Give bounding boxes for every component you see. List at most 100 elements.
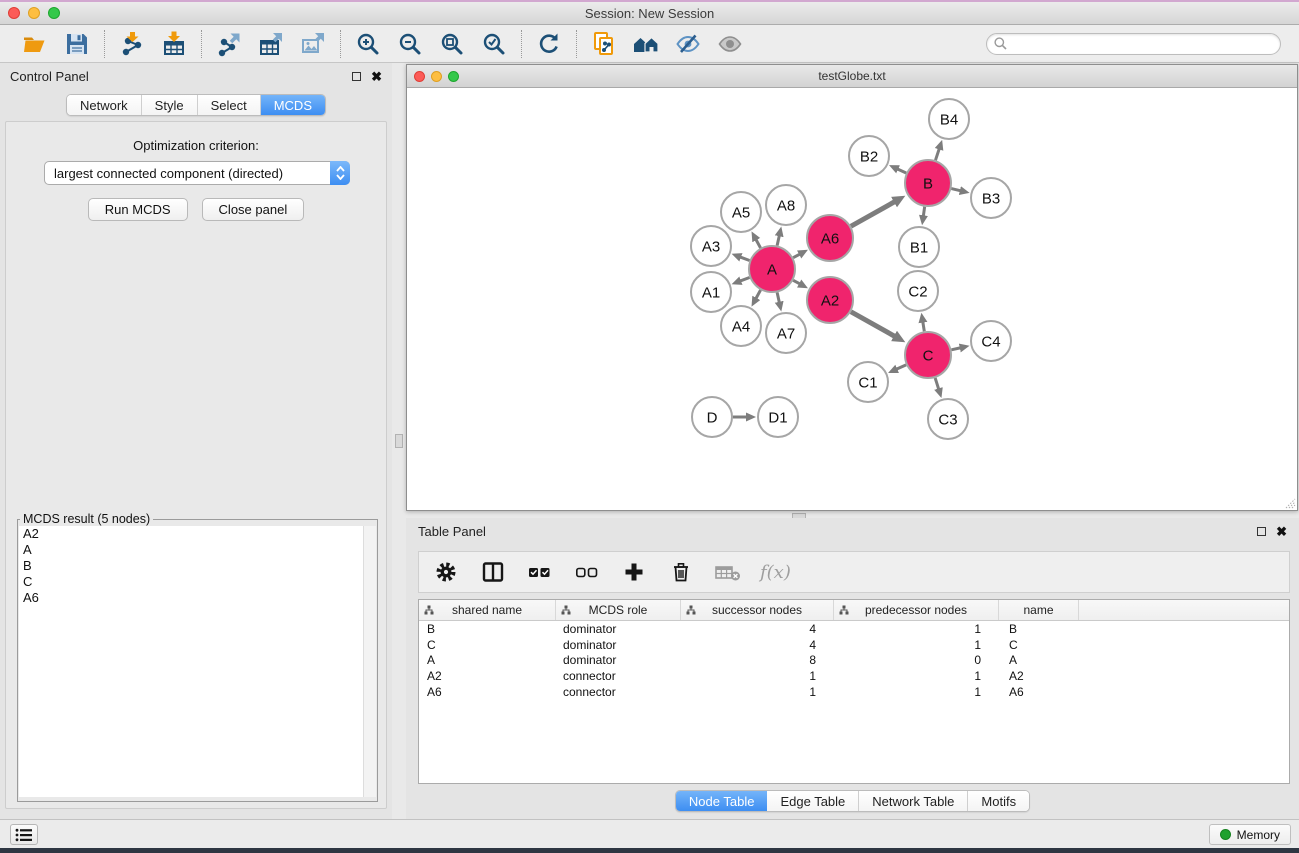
tab-network[interactable]: Network [67,95,142,115]
close-panel-icon[interactable]: ✖ [371,70,382,83]
graph-edge-C-C2[interactable] [923,322,925,332]
function-builder-icon[interactable]: f(x) [760,562,791,583]
table-row[interactable]: Cdominator 41 C [419,637,1289,653]
export-table-icon[interactable] [256,29,286,59]
graph-edge-B-B1[interactable] [923,207,924,217]
column-header-predecessor-nodes[interactable]: predecessor nodes [834,600,999,620]
tab-network-table[interactable]: Network Table [859,791,968,811]
graph-edge-A-A3[interactable] [740,257,750,261]
export-network-icon[interactable] [214,29,244,59]
table-row[interactable]: A6connector 11 A6 [419,684,1289,700]
graph-edge-C-C3[interactable] [935,378,939,390]
graph-node-B4[interactable]: B4 [929,99,969,139]
open-file-icon[interactable] [20,29,50,59]
graph-node-A8[interactable]: A8 [766,185,806,225]
graph-edge-A6-B[interactable] [851,202,895,227]
network-canvas[interactable]: B4 B2 B B3 A5A8A6 B1 A3 A C2 A1 A2 A4A7 C4 C C1 C3 D D1 [407,88,1297,510]
gear-icon[interactable] [431,557,461,587]
graph-node-C3[interactable]: C3 [928,399,968,439]
graph-edge-B-B4[interactable] [935,148,939,160]
result-item[interactable]: A2 [19,526,376,542]
result-item[interactable]: A [19,542,376,558]
refresh-layout-icon[interactable] [534,29,564,59]
graph-node-A6[interactable]: A6 [807,215,853,261]
show-panel-icon[interactable] [715,29,745,59]
optimization-criterion-select[interactable]: largest connected component (directed) [44,161,350,185]
add-column-icon[interactable] [619,557,649,587]
column-header-shared-name[interactable]: shared name [419,600,556,620]
search-field[interactable] [986,33,1281,55]
graph-edge-B-B2[interactable] [897,169,906,173]
graph-node-A[interactable]: A [749,246,795,292]
graph-node-B2[interactable]: B2 [849,136,889,176]
home-icon[interactable] [631,29,661,59]
zoom-in-icon[interactable] [353,29,383,59]
save-session-icon[interactable] [62,29,92,59]
delete-icon[interactable] [666,557,696,587]
graph-node-B1[interactable]: B1 [899,227,939,267]
vertical-split-handle[interactable] [395,434,403,448]
graph-node-A7[interactable]: A7 [766,313,806,353]
hide-panel-icon[interactable] [673,29,703,59]
zoom-selected-icon[interactable] [479,29,509,59]
graph-node-A5[interactable]: A5 [721,192,761,232]
graph-edge-A-A5[interactable] [756,239,761,248]
zoom-fit-icon[interactable] [437,29,467,59]
graph-edge-A-A7[interactable] [777,292,779,302]
graph-node-D[interactable]: D [692,397,732,437]
tab-mcds[interactable]: MCDS [261,95,325,115]
graph-edge-A-A6[interactable] [793,254,800,258]
graph-edge-A-A8[interactable] [777,235,779,245]
result-item[interactable]: A6 [19,590,376,606]
graph-node-C1[interactable]: C1 [848,362,888,402]
graph-edge-A-A1[interactable] [740,277,750,281]
float-panel-icon[interactable] [1257,527,1266,536]
graph-node-A3[interactable]: A3 [691,226,731,266]
tab-motifs[interactable]: Motifs [968,791,1029,811]
graph-node-C2[interactable]: C2 [898,271,938,311]
graph-node-B[interactable]: B [905,160,951,206]
deselect-all-icon[interactable] [572,557,602,587]
table-row[interactable]: Adominator 80 A [419,653,1289,669]
graph-edge-B-B3[interactable] [951,189,960,191]
search-input[interactable] [1008,35,1280,53]
column-header-successor-nodes[interactable]: successor nodes [681,600,834,620]
import-table-icon[interactable] [159,29,189,59]
graph-node-D1[interactable]: D1 [758,397,798,437]
split-column-icon[interactable] [478,557,508,587]
memory-button[interactable]: Memory [1209,824,1291,845]
graph-edge-C-C1[interactable] [896,365,906,369]
tab-edge-table[interactable]: Edge Table [767,791,859,811]
graph-node-A4[interactable]: A4 [721,306,761,346]
graph-edge-A2-C[interactable] [851,312,895,337]
graph-edge-A-A2[interactable] [793,280,800,284]
result-item[interactable]: B [19,558,376,574]
tab-select[interactable]: Select [198,95,261,115]
table-row[interactable]: Bdominator 41 B [419,621,1289,637]
run-mcds-button[interactable]: Run MCDS [88,198,188,221]
graph-edge-A-A4[interactable] [756,290,761,299]
export-image-icon[interactable] [298,29,328,59]
task-history-button[interactable] [10,824,38,845]
float-panel-icon[interactable] [352,72,361,81]
close-panel-button[interactable]: Close panel [202,198,305,221]
graph-node-C[interactable]: C [905,332,951,378]
graph-node-A1[interactable]: A1 [691,272,731,312]
graph-node-C4[interactable]: C4 [971,321,1011,361]
graph-node-B3[interactable]: B3 [971,178,1011,218]
tab-node-table[interactable]: Node Table [676,791,768,811]
graph-edge-C-C4[interactable] [951,348,960,350]
network-window-titlebar[interactable]: testGlobe.txt [407,65,1297,88]
close-panel-icon[interactable]: ✖ [1276,525,1287,538]
scrollbar-track[interactable] [363,526,376,797]
import-network-icon[interactable] [117,29,147,59]
result-item[interactable]: C [19,574,376,590]
graph-node-A2[interactable]: A2 [807,277,853,323]
tab-style[interactable]: Style [142,95,198,115]
column-header-mcds-role[interactable]: MCDS role [556,600,681,620]
network-from-file-icon[interactable] [589,29,619,59]
select-all-icon[interactable] [525,557,555,587]
column-header-name[interactable]: name [999,600,1079,620]
delete-table-icon[interactable] [713,557,743,587]
table-row[interactable]: A2connector 11 A2 [419,668,1289,684]
